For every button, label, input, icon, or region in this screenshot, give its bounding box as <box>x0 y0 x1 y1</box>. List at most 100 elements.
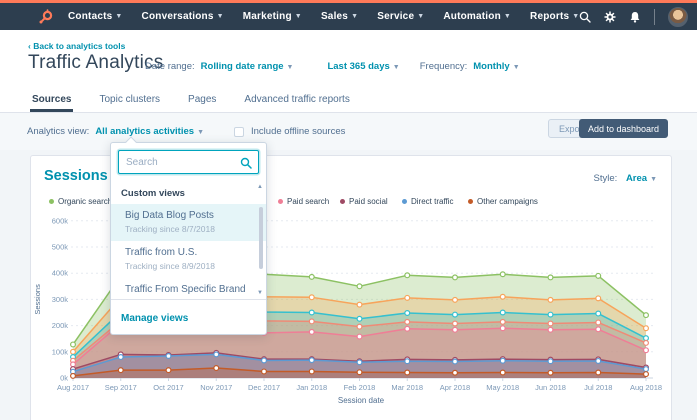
add-to-dashboard-button[interactable]: Add to dashboard <box>579 119 668 138</box>
data-point-marker[interactable] <box>309 358 314 363</box>
data-point-marker[interactable] <box>453 327 458 332</box>
data-point-marker[interactable] <box>500 326 505 331</box>
scrollbar-thumb[interactable] <box>259 207 263 269</box>
data-point-marker[interactable] <box>453 321 458 326</box>
data-point-marker[interactable] <box>453 359 458 364</box>
data-point-marker[interactable] <box>262 369 267 374</box>
search-icon[interactable] <box>579 11 591 23</box>
data-point-marker[interactable] <box>166 354 171 359</box>
data-point-marker[interactable] <box>71 362 76 367</box>
data-point-marker[interactable] <box>596 370 601 375</box>
notifications-bell-icon[interactable] <box>629 11 641 23</box>
data-point-marker[interactable] <box>453 370 458 375</box>
tab-topic-clusters[interactable]: Topic clusters <box>97 90 162 112</box>
data-point-marker[interactable] <box>644 348 649 353</box>
data-point-marker[interactable] <box>644 340 649 345</box>
data-point-marker[interactable] <box>500 358 505 363</box>
data-point-marker[interactable] <box>309 274 314 279</box>
data-point-marker[interactable] <box>644 326 649 331</box>
data-point-marker[interactable] <box>309 319 314 324</box>
data-point-marker[interactable] <box>453 298 458 303</box>
data-point-marker[interactable] <box>596 296 601 301</box>
view-list-item[interactable]: Traffic from U.S.Tracking since 8/9/2018 <box>111 241 266 278</box>
date-range-select[interactable]: Rolling date range▼ <box>201 61 294 72</box>
legend-item-direct-traffic[interactable]: Direct traffic <box>402 197 454 206</box>
legend-item-paid-search[interactable]: Paid search <box>278 197 329 206</box>
data-point-marker[interactable] <box>309 295 314 300</box>
data-point-marker[interactable] <box>357 324 362 329</box>
data-point-marker[interactable] <box>548 370 553 375</box>
data-point-marker[interactable] <box>548 298 553 303</box>
frequency-select[interactable]: Monthly▼ <box>473 61 519 72</box>
data-point-marker[interactable] <box>357 302 362 307</box>
legend-item-organic-search[interactable]: Organic search <box>49 197 112 206</box>
data-point-marker[interactable] <box>357 284 362 289</box>
data-point-marker[interactable] <box>500 370 505 375</box>
data-point-marker[interactable] <box>405 320 410 325</box>
nav-item-conversations[interactable]: Conversations▼ <box>142 11 224 22</box>
back-to-analytics-link[interactable]: ‹ Back to analytics tools <box>28 41 125 51</box>
tab-sources[interactable]: Sources <box>30 90 73 112</box>
data-point-marker[interactable] <box>596 273 601 278</box>
legend-item-other-campaigns[interactable]: Other campaigns <box>468 197 538 206</box>
data-point-marker[interactable] <box>405 295 410 300</box>
avatar[interactable] <box>668 7 688 27</box>
data-point-marker[interactable] <box>405 370 410 375</box>
data-point-marker[interactable] <box>596 359 601 364</box>
data-point-marker[interactable] <box>118 368 123 373</box>
scroll-down-icon[interactable]: ▼ <box>257 290 263 296</box>
data-point-marker[interactable] <box>357 360 362 365</box>
data-point-marker[interactable] <box>453 312 458 317</box>
analytics-view-select[interactable]: All analytics activities▼ <box>95 126 204 137</box>
data-point-marker[interactable] <box>644 313 649 318</box>
data-point-marker[interactable] <box>262 358 267 363</box>
search-icon[interactable] <box>240 156 252 168</box>
data-point-marker[interactable] <box>644 336 649 341</box>
tab-advanced-traffic-reports[interactable]: Advanced traffic reports <box>242 90 351 112</box>
data-point-marker[interactable] <box>405 359 410 364</box>
data-point-marker[interactable] <box>548 275 553 280</box>
gear-icon[interactable] <box>604 11 616 23</box>
data-point-marker[interactable] <box>500 272 505 277</box>
data-point-marker[interactable] <box>118 355 123 360</box>
tab-pages[interactable]: Pages <box>186 90 218 112</box>
legend-item-paid-social[interactable]: Paid social <box>340 197 388 206</box>
data-point-marker[interactable] <box>309 310 314 315</box>
style-value-select[interactable]: Area▼ <box>626 173 657 184</box>
data-point-marker[interactable] <box>500 310 505 315</box>
nav-item-sales[interactable]: Sales▼ <box>321 11 358 22</box>
data-point-marker[interactable] <box>596 327 601 332</box>
view-list-item[interactable]: Traffic From Specific BrandTracking sinc… <box>111 278 266 299</box>
data-point-marker[interactable] <box>500 294 505 299</box>
data-point-marker[interactable] <box>548 359 553 364</box>
data-point-marker[interactable] <box>71 349 76 354</box>
hubspot-logo-icon[interactable] <box>38 9 54 25</box>
data-point-marker[interactable] <box>644 372 649 377</box>
nav-item-service[interactable]: Service▼ <box>377 11 424 22</box>
data-point-marker[interactable] <box>214 352 219 357</box>
period-select[interactable]: Last 365 days▼ <box>327 61 399 72</box>
data-point-marker[interactable] <box>71 374 76 379</box>
data-point-marker[interactable] <box>596 311 601 316</box>
include-offline-sources-checkbox[interactable] <box>234 127 244 137</box>
data-point-marker[interactable] <box>453 275 458 280</box>
nav-item-automation[interactable]: Automation▼ <box>443 11 511 22</box>
data-point-marker[interactable] <box>214 366 219 371</box>
data-point-marker[interactable] <box>357 316 362 321</box>
view-search-input[interactable] <box>118 150 259 174</box>
nav-item-marketing[interactable]: Marketing▼ <box>243 11 302 22</box>
nav-item-reports[interactable]: Reports▼ <box>530 11 579 22</box>
data-point-marker[interactable] <box>166 368 171 373</box>
data-point-marker[interactable] <box>548 327 553 332</box>
data-point-marker[interactable] <box>405 326 410 331</box>
data-point-marker[interactable] <box>405 311 410 316</box>
data-point-marker[interactable] <box>644 367 649 372</box>
nav-item-contacts[interactable]: Contacts▼ <box>68 11 123 22</box>
manage-views-link[interactable]: Manage views <box>121 313 188 324</box>
data-point-marker[interactable] <box>309 369 314 374</box>
scroll-up-icon[interactable]: ▲ <box>257 184 263 190</box>
data-point-marker[interactable] <box>309 329 314 334</box>
data-point-marker[interactable] <box>548 312 553 317</box>
data-point-marker[interactable] <box>500 320 505 325</box>
data-point-marker[interactable] <box>548 321 553 326</box>
